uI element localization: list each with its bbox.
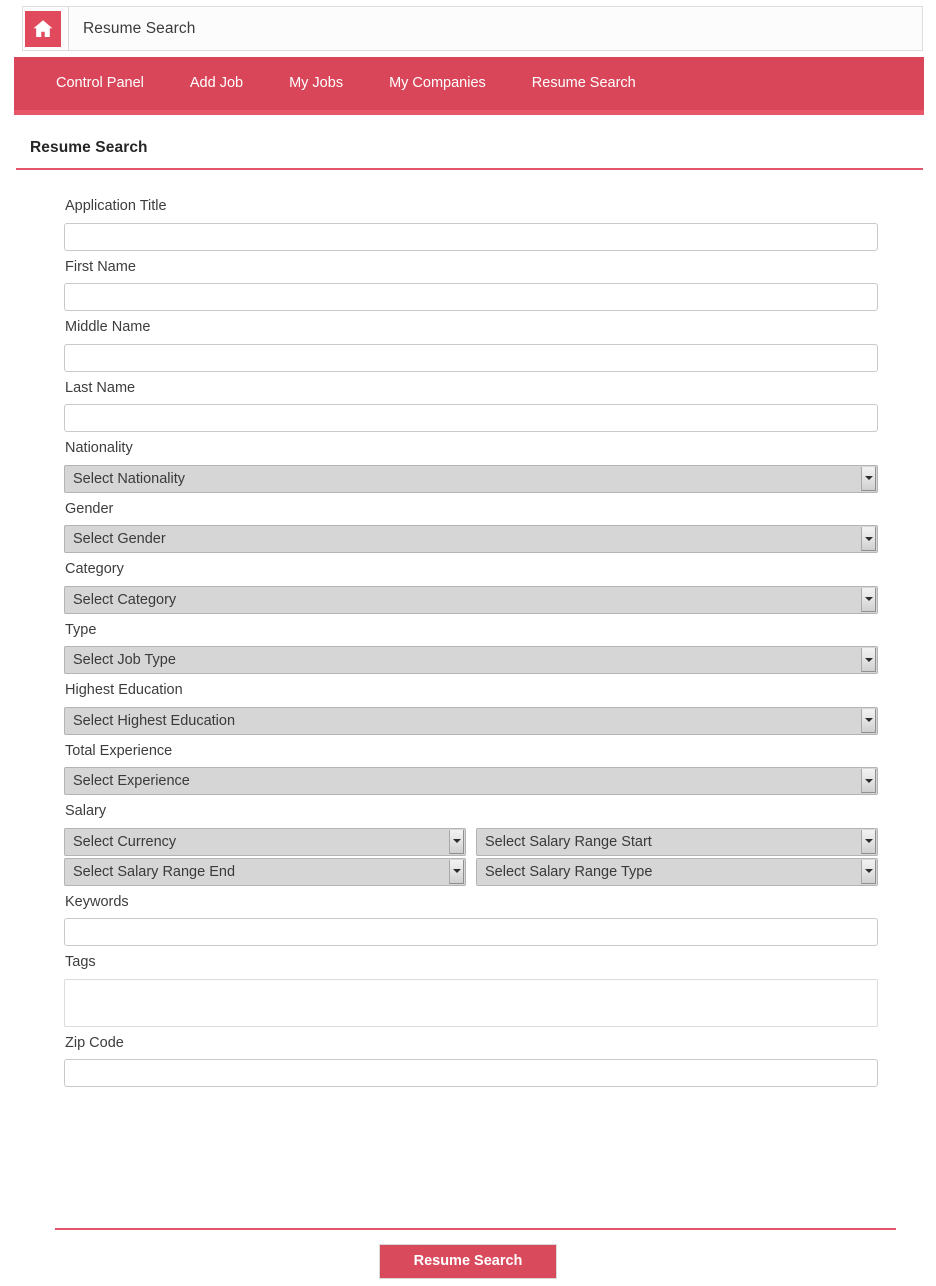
- label-first-name: First Name: [65, 258, 136, 275]
- chevron-down-icon: [861, 769, 876, 793]
- job-type-select[interactable]: Select Job Type: [64, 646, 878, 674]
- home-icon[interactable]: [25, 10, 61, 47]
- zip-code-input[interactable]: [64, 1059, 878, 1087]
- label-middle-name: Middle Name: [65, 319, 151, 335]
- header-bar: Resume Search: [22, 6, 923, 51]
- nationality-select-value: Select Nationality: [73, 470, 186, 487]
- nav-item-my-companies[interactable]: My Companies: [366, 57, 509, 110]
- header-title: Resume Search: [83, 19, 196, 37]
- field-tags: Tags: [64, 946, 878, 1027]
- job-type-select-value: Select Job Type: [73, 652, 176, 668]
- chevron-down-icon: [861, 527, 876, 551]
- label-gender: Gender: [65, 500, 114, 517]
- label-application-title: Application Title: [65, 198, 167, 214]
- field-total-experience: Total Experience Select Experience: [64, 735, 878, 795]
- field-nationality: Nationality Select Nationality: [64, 432, 878, 493]
- field-zip-code: Zip Code: [64, 1027, 878, 1087]
- label-zip-code: Zip Code: [65, 1034, 124, 1051]
- heading-divider: [16, 168, 923, 170]
- chevron-down-icon: [449, 829, 464, 854]
- label-type: Type: [65, 621, 97, 638]
- field-highest-education: Highest Education Select Highest Educati…: [64, 674, 878, 735]
- application-title-input[interactable]: [64, 222, 878, 251]
- header-divider: [68, 7, 69, 50]
- label-tags: Tags: [65, 954, 96, 970]
- chevron-down-icon: [861, 587, 876, 612]
- field-last-name: Last Name: [64, 372, 878, 432]
- salary-range-start-select-value: Select Salary Range Start: [485, 833, 652, 850]
- last-name-input[interactable]: [64, 404, 878, 432]
- chevron-down-icon: [449, 859, 464, 884]
- salary-currency-select[interactable]: Select Currency: [64, 827, 466, 856]
- main-navbar: Control Panel Add Job My Jobs My Compani…: [14, 57, 924, 115]
- salary-range-type-select[interactable]: Select Salary Range Type: [476, 857, 878, 886]
- label-total-experience: Total Experience: [65, 742, 173, 759]
- field-type: Type Select Job Type: [64, 614, 878, 674]
- salary-range-end-select[interactable]: Select Salary Range End: [64, 857, 466, 886]
- total-experience-select[interactable]: Select Experience: [64, 767, 878, 795]
- keywords-input[interactable]: [64, 918, 878, 946]
- footer-divider: [55, 1228, 896, 1230]
- nav-item-resume-search[interactable]: Resume Search: [509, 57, 659, 110]
- nav-item-list: Control Panel Add Job My Jobs My Compani…: [14, 57, 924, 110]
- middle-name-input[interactable]: [64, 343, 878, 372]
- highest-education-select[interactable]: Select Highest Education: [64, 706, 878, 735]
- chevron-down-icon: [861, 708, 876, 733]
- field-first-name: First Name: [64, 251, 878, 311]
- page-title: Resume Search: [30, 139, 148, 156]
- salary-select-grid: Select Currency Select Salary Range Star…: [64, 827, 878, 886]
- field-category: Category Select Category: [64, 553, 878, 614]
- field-salary: Salary Select Currency Select Salary Ran…: [64, 795, 878, 886]
- highest-education-select-value: Select Highest Education: [73, 712, 236, 729]
- field-application-title: Application Title: [64, 190, 878, 251]
- salary-currency-select-value: Select Currency: [73, 833, 177, 850]
- tags-textarea[interactable]: [64, 978, 878, 1027]
- salary-range-type-select-value: Select Salary Range Type: [485, 863, 653, 880]
- chevron-down-icon: [861, 648, 876, 672]
- submit-row: Resume Search: [0, 1244, 936, 1279]
- field-gender: Gender Select Gender: [64, 493, 878, 553]
- salary-range-start-select[interactable]: Select Salary Range Start: [476, 827, 878, 856]
- total-experience-select-value: Select Experience: [73, 773, 190, 789]
- nav-item-add-job[interactable]: Add Job: [167, 57, 266, 110]
- gender-select-value: Select Gender: [73, 531, 166, 547]
- chevron-down-icon: [861, 859, 876, 884]
- resume-search-page: Resume Search Control Panel Add Job My J…: [0, 0, 936, 1286]
- chevron-down-icon: [861, 829, 876, 854]
- nav-item-my-jobs[interactable]: My Jobs: [266, 57, 366, 110]
- label-keywords: Keywords: [65, 893, 129, 910]
- category-select-value: Select Category: [73, 591, 177, 608]
- gender-select[interactable]: Select Gender: [64, 525, 878, 553]
- label-last-name: Last Name: [65, 379, 136, 396]
- label-highest-education: Highest Education: [65, 682, 183, 698]
- nationality-select[interactable]: Select Nationality: [64, 464, 878, 493]
- salary-range-end-select-value: Select Salary Range End: [73, 863, 236, 880]
- nav-item-control-panel[interactable]: Control Panel: [39, 57, 167, 110]
- category-select[interactable]: Select Category: [64, 585, 878, 614]
- field-middle-name: Middle Name: [64, 311, 878, 372]
- chevron-down-icon: [861, 466, 876, 491]
- label-category: Category: [65, 561, 124, 577]
- label-salary: Salary: [65, 803, 107, 819]
- first-name-input[interactable]: [64, 283, 878, 311]
- label-nationality: Nationality: [65, 440, 133, 456]
- field-keywords: Keywords: [64, 886, 878, 946]
- resume-search-form: Application Title First Name Middle Name…: [64, 190, 878, 1087]
- resume-search-submit-button[interactable]: Resume Search: [378, 1244, 558, 1279]
